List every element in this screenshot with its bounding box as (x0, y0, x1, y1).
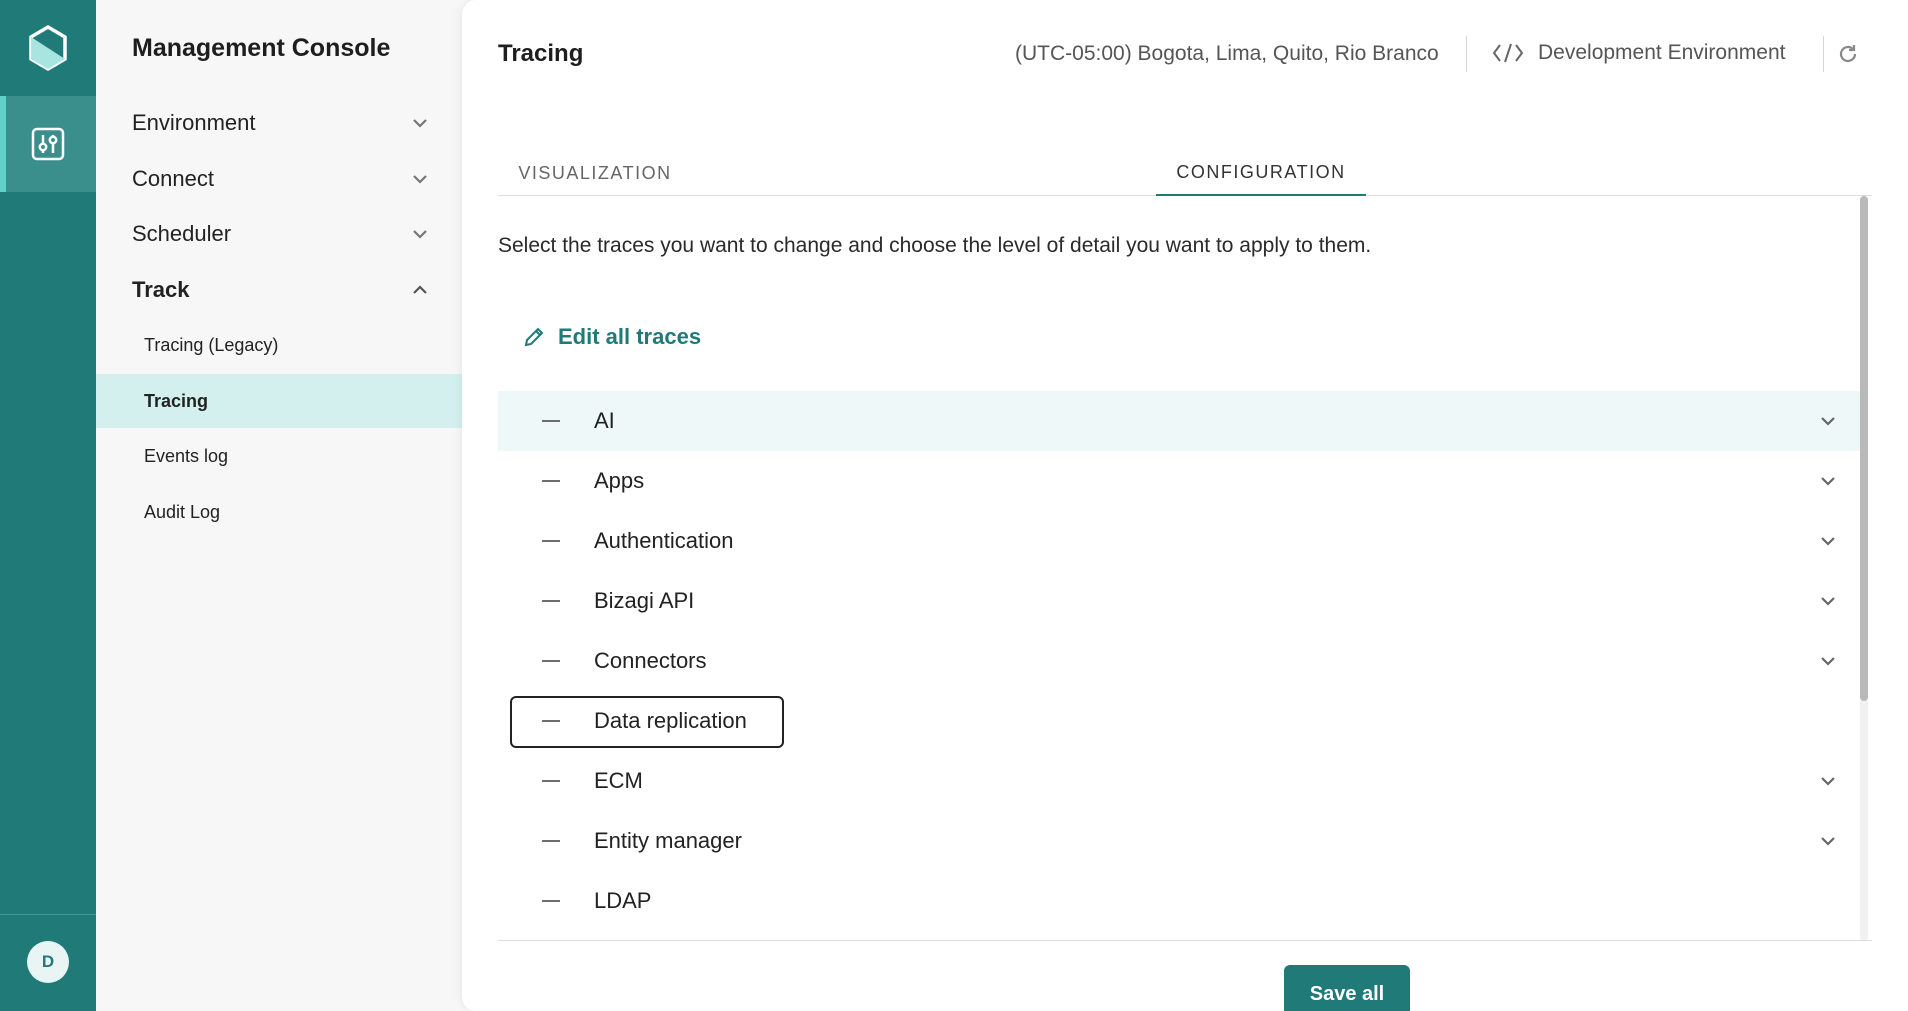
collapse-dash-icon (542, 720, 560, 722)
trace-label: ECM (594, 768, 643, 793)
chevron-down-icon[interactable] (1816, 529, 1840, 553)
environment-label: Development Environment (1538, 41, 1786, 64)
nav-group-connect[interactable]: Connect (132, 159, 432, 199)
chevron-down-icon[interactable] (1816, 589, 1840, 613)
trace-label: Entity manager (594, 828, 742, 853)
collapse-dash-icon (542, 540, 560, 542)
page-title: Tracing (498, 40, 584, 67)
collapse-dash-icon (542, 900, 560, 902)
trace-label: Authentication (594, 528, 734, 553)
chevron-down-icon (408, 222, 432, 246)
collapse-dash-icon (542, 600, 560, 602)
chevron-up-icon (408, 278, 432, 302)
chevron-down-icon (408, 111, 432, 135)
trace-row-connectors[interactable]: Connectors (498, 631, 1862, 691)
nav-group-label: Connect (132, 166, 214, 191)
trace-row-apps[interactable]: Apps (498, 451, 1862, 511)
trace-row-entity-manager[interactable]: Entity manager (498, 811, 1862, 871)
vertical-scrollbar[interactable] (1860, 196, 1868, 940)
tab-configuration[interactable]: CONFIGURATION (1156, 150, 1366, 196)
header-divider (1823, 36, 1824, 72)
chevron-down-icon (408, 167, 432, 191)
trace-label: LDAP (594, 888, 652, 913)
collapse-dash-icon (542, 660, 560, 662)
avatar[interactable]: D (27, 941, 69, 983)
app-rail: D (0, 0, 96, 1011)
settings-sliders-icon[interactable] (0, 96, 96, 192)
save-all-button[interactable]: Save all (1284, 965, 1410, 1011)
trace-label: Bizagi API (594, 588, 695, 613)
nav-item-tracing-legacy[interactable]: Tracing (Legacy) (96, 318, 462, 372)
header-divider (1466, 36, 1467, 72)
chevron-down-icon[interactable] (1816, 769, 1840, 793)
trace-row-authentication[interactable]: Authentication (498, 511, 1862, 571)
trace-label: Data replication (594, 708, 747, 733)
trace-row-ecm[interactable]: ECM (498, 751, 1862, 811)
pencil-icon (522, 325, 546, 349)
app-logo-icon[interactable] (0, 0, 96, 96)
environment-indicator: Development Environment (1492, 38, 1785, 68)
edit-all-traces-label: Edit all traces (558, 324, 702, 349)
collapse-dash-icon (542, 840, 560, 842)
nav-item-events-log[interactable]: Events log (96, 429, 462, 483)
main-panel: Tracing (UTC-05:00) Bogota, Lima, Quito,… (462, 0, 1908, 1011)
trace-label: Apps (594, 468, 645, 493)
chevron-down-icon[interactable] (1816, 469, 1840, 493)
nav-group-scheduler[interactable]: Scheduler (132, 214, 432, 254)
collapse-dash-icon (542, 420, 560, 422)
trace-row-ldap[interactable]: LDAP (498, 871, 1862, 931)
trace-row-ai[interactable]: AI (498, 391, 1862, 451)
trace-label: Connectors (594, 648, 707, 673)
chevron-down-icon[interactable] (1816, 829, 1840, 853)
tab-bar: VISUALIZATION CONFIGURATION (498, 150, 1872, 196)
timezone-label: (UTC-05:00) Bogota, Lima, Quito, Rio Bra… (1015, 42, 1439, 65)
tab-visualization[interactable]: VISUALIZATION (498, 150, 692, 196)
refresh-icon[interactable] (1834, 40, 1862, 68)
chevron-down-icon[interactable] (1816, 649, 1840, 673)
nav-group-environment[interactable]: Environment (132, 103, 432, 143)
chevron-down-icon[interactable] (1816, 409, 1840, 433)
configuration-description: Select the traces you want to change and… (498, 234, 1372, 257)
collapse-dash-icon (542, 480, 560, 482)
scrollbar-thumb[interactable] (1860, 196, 1868, 701)
configuration-content: Select the traces you want to change and… (498, 196, 1872, 941)
collapse-dash-icon (542, 780, 560, 782)
code-icon (1492, 42, 1524, 64)
trace-row-data-replication[interactable]: Data replication (498, 691, 1862, 751)
trace-label: AI (594, 408, 615, 433)
rail-divider (0, 914, 96, 915)
nav-group-label: Track (132, 277, 190, 302)
console-title: Management Console (132, 34, 391, 62)
trace-row-bizagi-api[interactable]: Bizagi API (498, 571, 1862, 631)
nav-group-label: Scheduler (132, 221, 232, 246)
nav-item-tracing[interactable]: Tracing (96, 374, 462, 428)
nav-group-label: Environment (132, 110, 256, 135)
side-navigation: Management Console Environment Connect S… (96, 0, 462, 1011)
edit-all-traces-button[interactable]: Edit all traces (522, 322, 701, 352)
nav-group-track[interactable]: Track (132, 270, 432, 310)
nav-item-audit-log[interactable]: Audit Log (96, 485, 462, 539)
